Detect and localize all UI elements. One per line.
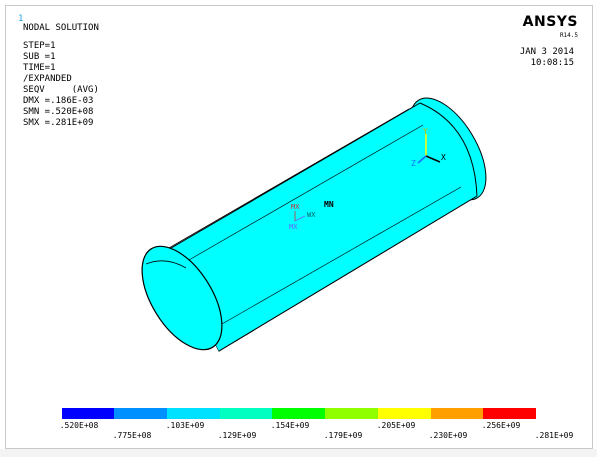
graphics-viewport[interactable]: 1 ANSYS R14.5 JAN 3 2014 10:08:15 NODAL … (5, 5, 593, 449)
legend-label: .520E+08 (59, 421, 99, 430)
legend-swatch (378, 408, 431, 419)
legend-label: .154E+09 (270, 421, 310, 430)
legend-swatch (220, 408, 272, 419)
legend-swatch (272, 408, 325, 419)
legend-swatch (114, 408, 167, 419)
legend-swatch (483, 408, 536, 419)
legend-label: .179E+09 (323, 431, 363, 440)
mx-sub-marker: MX (289, 223, 298, 231)
legend-label: .230E+09 (428, 431, 468, 440)
legend-label: .281E+09 (534, 431, 574, 440)
bottom-strip (0, 449, 597, 457)
triad-z-label: Z (411, 159, 416, 168)
legend-swatch (62, 408, 114, 419)
legend-swatch (431, 408, 483, 419)
wx-marker: WX (307, 211, 316, 219)
mx-marker: MX (291, 203, 300, 211)
legend-swatch (167, 408, 220, 419)
legend-label: .775E+08 (112, 431, 152, 440)
legend-label: .129E+09 (217, 431, 257, 440)
triad-y-label: Y (423, 127, 428, 136)
triad-x-label: X (441, 153, 446, 162)
legend-label: .256E+09 (481, 421, 521, 430)
legend-swatch (325, 408, 378, 419)
legend-label: .103E+09 (165, 421, 205, 430)
cylinder-model[interactable]: Y X Z MX MX MN WX (6, 6, 594, 450)
mn-marker: MN (324, 200, 334, 209)
legend-label: .205E+09 (376, 421, 416, 430)
